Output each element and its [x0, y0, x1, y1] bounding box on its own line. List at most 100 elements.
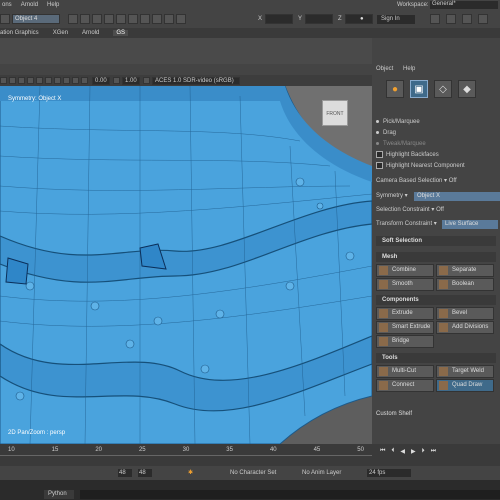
smart-extrude-button[interactable]: Smart Extrude — [376, 321, 434, 334]
wireframe-icon[interactable] — [9, 77, 16, 84]
combine-button[interactable]: Combine — [376, 264, 434, 277]
gamma-icon[interactable] — [113, 77, 120, 84]
x-field[interactable] — [265, 14, 293, 24]
shadows-icon[interactable] — [45, 77, 52, 84]
render-view-icon[interactable] — [176, 14, 186, 24]
tool-settings-icon[interactable] — [462, 14, 472, 24]
fps-select[interactable]: 24 fps — [367, 469, 411, 477]
exposure-field[interactable]: 0.00 — [92, 76, 110, 85]
snap-curve-icon[interactable] — [80, 14, 90, 24]
ipr-render-icon[interactable] — [140, 14, 150, 24]
color-space-select[interactable]: ACES 1.0 SDR-video (sRGB) — [152, 76, 240, 85]
modeling-toolkit-icon[interactable] — [430, 14, 440, 24]
z-field[interactable] — [345, 14, 373, 24]
camera-based-selection[interactable]: Camera Based Selection ▾ Off — [376, 177, 496, 186]
script-input[interactable] — [80, 490, 500, 499]
tab-object[interactable]: Object — [376, 66, 393, 72]
gamma-field[interactable]: 1.00 — [122, 76, 140, 85]
user-icon[interactable]: ● — [360, 16, 364, 22]
soft-selection-header[interactable]: Soft Selection — [376, 236, 496, 246]
render-settings-icon[interactable] — [152, 14, 162, 24]
workspace-label: Workspace: — [397, 2, 429, 8]
hypershade-icon[interactable] — [164, 14, 174, 24]
go-start-icon[interactable]: ⏮ — [380, 448, 385, 455]
selection-constraint-row[interactable]: Selection Constraint ▾ Off — [376, 206, 496, 215]
menu-item-ons[interactable]: ons — [2, 2, 12, 8]
tools-section-header[interactable]: Tools — [376, 353, 496, 363]
radio-icon[interactable] — [376, 119, 379, 123]
face-mode-icon[interactable]: ◆ — [458, 80, 476, 98]
timeline[interactable]: 10 15 20 25 30 35 40 45 50 ⏮ ⏴ ◀ ▶ ⏵ ⏭ — [0, 444, 500, 466]
play-forward-icon[interactable]: ▶ — [411, 448, 416, 455]
tab-gs[interactable]: GS — [113, 30, 129, 36]
range-start-field[interactable]: 48 — [118, 469, 132, 477]
separate-button[interactable]: Separate — [436, 264, 494, 277]
textured-icon[interactable] — [27, 77, 34, 84]
play-back-icon[interactable]: ◀ — [400, 448, 405, 455]
3d-viewport[interactable]: FRONT Symmetry: Object X 2D Pan/Zoom : p… — [0, 86, 372, 444]
tab-arnold[interactable]: Arnold — [82, 30, 99, 36]
quad-draw-icon — [439, 381, 448, 390]
camera-hud-label: 2D Pan/Zoom : persp — [8, 430, 66, 436]
checkbox-icon[interactable] — [376, 162, 383, 169]
radio-icon[interactable] — [376, 130, 379, 134]
xray-icon[interactable] — [54, 77, 61, 84]
snap-grid-icon[interactable] — [68, 14, 78, 24]
sign-in-button[interactable]: Sign In — [377, 14, 415, 24]
components-section-header[interactable]: Components — [376, 295, 496, 305]
anim-layer-select[interactable]: No Anim Layer — [302, 470, 341, 476]
vertex-mode-icon[interactable]: ▣ — [410, 80, 428, 98]
object-mode-icon[interactable]: ● — [386, 80, 404, 98]
symmetry-select[interactable]: Object X — [414, 192, 500, 201]
object-name-field[interactable]: Object 4 — [12, 14, 60, 24]
status-icon[interactable] — [0, 14, 10, 24]
tab-xgen[interactable]: XGen — [53, 30, 68, 36]
render-icon[interactable] — [128, 14, 138, 24]
workspace-select[interactable]: General* — [430, 1, 498, 9]
radio-icon[interactable] — [376, 141, 379, 145]
color-management-icon[interactable] — [143, 77, 150, 84]
hud-icon[interactable] — [81, 77, 88, 84]
range-end-field[interactable]: 48 — [138, 469, 152, 477]
mesh-section-header[interactable]: Mesh — [376, 252, 496, 262]
y-field[interactable] — [305, 14, 333, 24]
snap-view-icon[interactable] — [104, 14, 114, 24]
snap-point-icon[interactable] — [92, 14, 102, 24]
menu-item-help[interactable]: Help — [47, 2, 59, 8]
script-language-select[interactable]: Python — [44, 490, 74, 499]
menu-item-arnold[interactable]: Arnold — [21, 2, 38, 8]
option-pick-marquee[interactable]: Pick/Marquee — [376, 118, 496, 127]
bridge-button[interactable]: Bridge — [376, 335, 434, 348]
bevel-button[interactable]: Bevel — [436, 307, 494, 320]
step-forward-icon[interactable]: ⏵ — [422, 448, 425, 455]
viewcube[interactable]: FRONT — [322, 100, 348, 126]
transform-constraint-select[interactable]: Live Surface — [442, 220, 498, 229]
isolate-icon[interactable] — [63, 77, 70, 84]
tab-help[interactable]: Help — [403, 66, 415, 72]
target-weld-button[interactable]: Target Weld — [436, 365, 494, 378]
character-set-select[interactable]: No Character Set — [230, 470, 276, 476]
attribute-editor-icon[interactable] — [446, 14, 456, 24]
add-divisions-button[interactable]: Add Divisions — [436, 321, 494, 334]
edge-mode-icon[interactable]: ◇ — [434, 80, 452, 98]
quad-draw-button[interactable]: Quad Draw — [436, 379, 494, 392]
boolean-button[interactable]: Boolean — [436, 278, 494, 291]
option-highlight-nearest[interactable]: Highlight Nearest Component — [376, 162, 496, 171]
snap-surface-icon[interactable] — [116, 14, 126, 24]
lights-icon[interactable] — [36, 77, 43, 84]
connect-button[interactable]: Connect — [376, 379, 434, 392]
extrude-button[interactable]: Extrude — [376, 307, 434, 320]
option-drag[interactable]: Drag — [376, 129, 496, 138]
grid-icon[interactable] — [72, 77, 79, 84]
smooth-button[interactable]: Smooth — [376, 278, 434, 291]
option-highlight-backfaces[interactable]: Highlight Backfaces — [376, 151, 496, 160]
shaded-icon[interactable] — [18, 77, 25, 84]
camera-icon[interactable] — [0, 77, 7, 84]
channel-box-icon[interactable] — [478, 14, 488, 24]
checkbox-icon[interactable] — [376, 151, 383, 158]
go-end-icon[interactable]: ⏭ — [431, 448, 436, 455]
option-tweak-marquee[interactable]: Tweak/Marquee — [376, 140, 496, 149]
tab-animation-graphics[interactable]: ation Graphics — [0, 30, 39, 36]
step-back-icon[interactable]: ⏴ — [391, 448, 394, 455]
multi-cut-button[interactable]: Multi-Cut — [376, 365, 434, 378]
